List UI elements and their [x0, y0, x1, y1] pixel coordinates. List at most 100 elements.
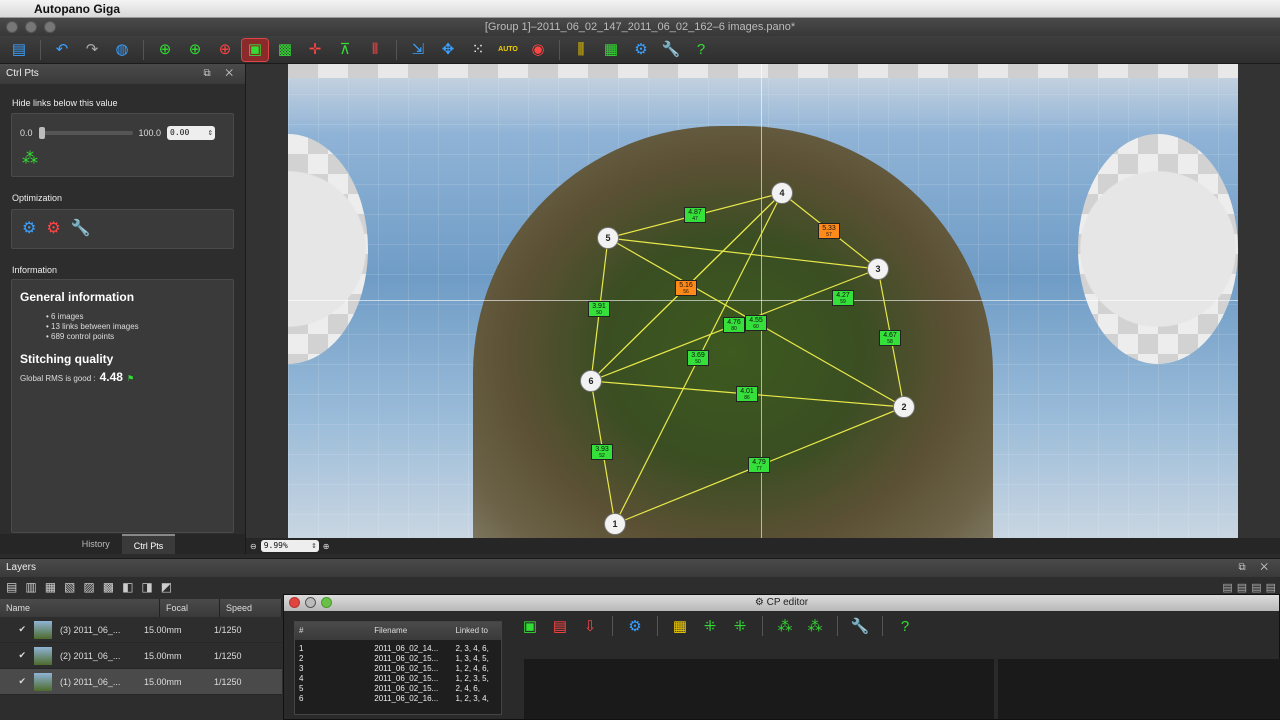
minimize-window-button[interactable] — [25, 21, 37, 33]
zoom-in-icon[interactable]: ⊕ — [323, 542, 330, 551]
link-line[interactable] — [607, 237, 879, 270]
layer-tool-icon[interactable]: ▤ — [1251, 581, 1261, 594]
layer-visible-checkbox[interactable]: ✔ — [0, 650, 34, 661]
layer-visible-checkbox[interactable]: ✔ — [0, 624, 34, 635]
zoom-spinbox[interactable]: 9.99% — [260, 540, 319, 552]
help-icon[interactable]: ? — [688, 39, 714, 61]
table-row[interactable]: 6 2011_06_02_16... 1, 2, 3, 4, — [295, 694, 501, 704]
column-linked[interactable]: Linked to — [451, 622, 501, 640]
column-name[interactable]: Name — [0, 599, 160, 617]
redo-icon[interactable]: ↷ — [79, 39, 105, 61]
link-quality-label[interactable]: 4.27 59 — [832, 290, 854, 306]
apply-links-icon[interactable]: ⁂ — [22, 148, 38, 168]
optimize-icon[interactable]: ⚙ — [623, 615, 647, 637]
cp-add-link-icon[interactable]: ⁂ — [773, 615, 797, 637]
table-row[interactable]: 5 2011_06_02_15... 2, 4, 6, — [295, 684, 501, 694]
horizon-icon[interactable]: ⊼ — [332, 39, 358, 61]
render-icon[interactable]: ⇲ — [405, 39, 431, 61]
layer-tool-icon[interactable]: ▤ — [1266, 581, 1276, 594]
layer-tool-icon[interactable]: ▤ — [1237, 581, 1247, 594]
tab-ctrl-pts[interactable]: Ctrl Pts — [121, 534, 176, 554]
fit-icon[interactable]: ▩ — [272, 39, 298, 61]
settings-icon[interactable]: ⚙ — [628, 39, 654, 61]
image-node[interactable]: 4 — [771, 182, 793, 204]
link-quality-label[interactable]: 4.01 86 — [736, 386, 758, 402]
add-group-icon[interactable]: ▥ — [25, 580, 36, 596]
cp-remove-view-icon[interactable]: ▤ — [548, 615, 572, 637]
image-node[interactable]: 2 — [893, 396, 915, 418]
wrench-icon[interactable]: 🔧 — [658, 39, 684, 61]
add-layer-icon[interactable]: ▤ — [6, 580, 17, 596]
table-row[interactable]: 3 2011_06_02_15... 1, 2, 4, 6, — [295, 664, 501, 674]
cp-add-points-icon[interactable]: ⁜ — [698, 615, 722, 637]
column-speed[interactable]: Speed — [220, 599, 282, 617]
tab-history[interactable]: History — [70, 534, 122, 554]
hide-links-spinbox[interactable]: 0.00 — [167, 126, 216, 140]
link-quality-label[interactable]: 5.16 56 — [675, 280, 697, 296]
vertical-lines-icon[interactable]: ⦀ — [362, 39, 388, 61]
levels-icon[interactable]: ⫼ — [568, 39, 594, 61]
target-icon[interactable]: ⊕ — [152, 39, 178, 61]
layers-icon[interactable]: ▦ — [598, 39, 624, 61]
panel-controls[interactable]: ⧉ ✕ — [1238, 559, 1274, 577]
layer-tool-icon[interactable]: ▩ — [103, 580, 114, 596]
slider-knob[interactable] — [38, 127, 45, 139]
column-number[interactable]: # — [295, 622, 370, 640]
globe-icon[interactable]: ◍ — [109, 39, 135, 61]
cp-select-icon[interactable]: ▦ — [668, 615, 692, 637]
wrench-icon[interactable]: 🔧 — [71, 218, 91, 238]
link-quality-label[interactable]: 3.91 50 — [588, 301, 610, 317]
column-filename[interactable]: Filename — [370, 622, 451, 640]
layer-visible-checkbox[interactable]: ✔ — [0, 676, 34, 687]
crop-icon[interactable]: ▣ — [241, 37, 269, 62]
target-add-icon[interactable]: ⊕ — [182, 39, 208, 61]
layer-tool-icon[interactable]: ▧ — [64, 580, 75, 596]
image-node[interactable]: 5 — [597, 227, 619, 249]
cp-right-image-view[interactable] — [998, 659, 1280, 719]
panel-controls[interactable]: ⧉ ✕ — [203, 64, 239, 84]
import-icon[interactable]: ▤ — [6, 39, 32, 61]
layer-tool-icon[interactable]: ◩ — [161, 580, 172, 596]
link-quality-label[interactable]: 4.87 47 — [684, 207, 706, 223]
layer-row[interactable]: ✔ (3) 2011_06_... 15.00mm 1/1250 — [0, 617, 282, 643]
column-focal[interactable]: Focal — [160, 599, 220, 617]
cp-export-icon[interactable]: ⇩ — [578, 615, 602, 637]
hide-links-slider[interactable] — [38, 127, 133, 139]
layer-row[interactable]: ✔ (2) 2011_06_... 15.00mm 1/1250 — [0, 643, 282, 669]
auto-color-icon[interactable]: AUTO — [495, 39, 521, 61]
layer-tool-icon[interactable]: ▨ — [83, 580, 94, 596]
optimize-icon[interactable]: ⚙ — [22, 218, 36, 238]
close-window-button[interactable] — [6, 21, 18, 33]
optimize-advanced-icon[interactable]: ⚙ — [46, 218, 60, 238]
table-row[interactable]: 4 2011_06_02_15... 1, 2, 3, 5, — [295, 674, 501, 684]
zoom-window-button[interactable] — [44, 21, 56, 33]
link-quality-label[interactable]: 3.93 52 — [591, 444, 613, 460]
color-icon[interactable]: ◉ — [525, 39, 551, 61]
link-quality-label[interactable]: 4.76 80 — [723, 317, 745, 333]
link-quality-label[interactable]: 5.33 57 — [818, 223, 840, 239]
layer-tool-icon[interactable]: ◧ — [122, 580, 133, 596]
image-node[interactable]: 1 — [604, 513, 626, 535]
table-row[interactable]: 2 2011_06_02_15... 1, 3, 4, 5, — [295, 654, 501, 664]
zoom-window-button[interactable] — [321, 597, 332, 608]
link-quality-label[interactable]: 3.69 50 — [687, 350, 709, 366]
image-node[interactable]: 6 — [580, 370, 602, 392]
move-icon[interactable]: ✥ — [435, 39, 461, 61]
help-icon[interactable]: ? — [893, 615, 917, 637]
app-name[interactable]: Autopano Giga — [34, 2, 120, 16]
close-window-button[interactable] — [289, 597, 300, 608]
link-quality-label[interactable]: 4.55 60 — [745, 315, 767, 331]
link-quality-label[interactable]: 4.67 58 — [879, 330, 901, 346]
cp-view-icon[interactable]: ▣ — [518, 615, 542, 637]
cp-left-image-view[interactable] — [524, 659, 994, 719]
layer-tool-icon[interactable]: ▤ — [1222, 581, 1232, 594]
center-icon[interactable]: ✛ — [302, 39, 328, 61]
minimize-window-button[interactable] — [305, 597, 316, 608]
table-row[interactable]: 1 2011_06_02_14... 2, 3, 4, 6, — [295, 644, 501, 654]
cp-remove-link-icon[interactable]: ⁂ — [803, 615, 827, 637]
undo-icon[interactable]: ↶ — [49, 39, 75, 61]
grid-icon[interactable]: ⁙ — [465, 39, 491, 61]
zoom-out-icon[interactable]: ⊖ — [250, 542, 257, 551]
edit-layer-icon[interactable]: ▦ — [45, 580, 56, 596]
wrench-icon[interactable]: 🔧 — [848, 615, 872, 637]
